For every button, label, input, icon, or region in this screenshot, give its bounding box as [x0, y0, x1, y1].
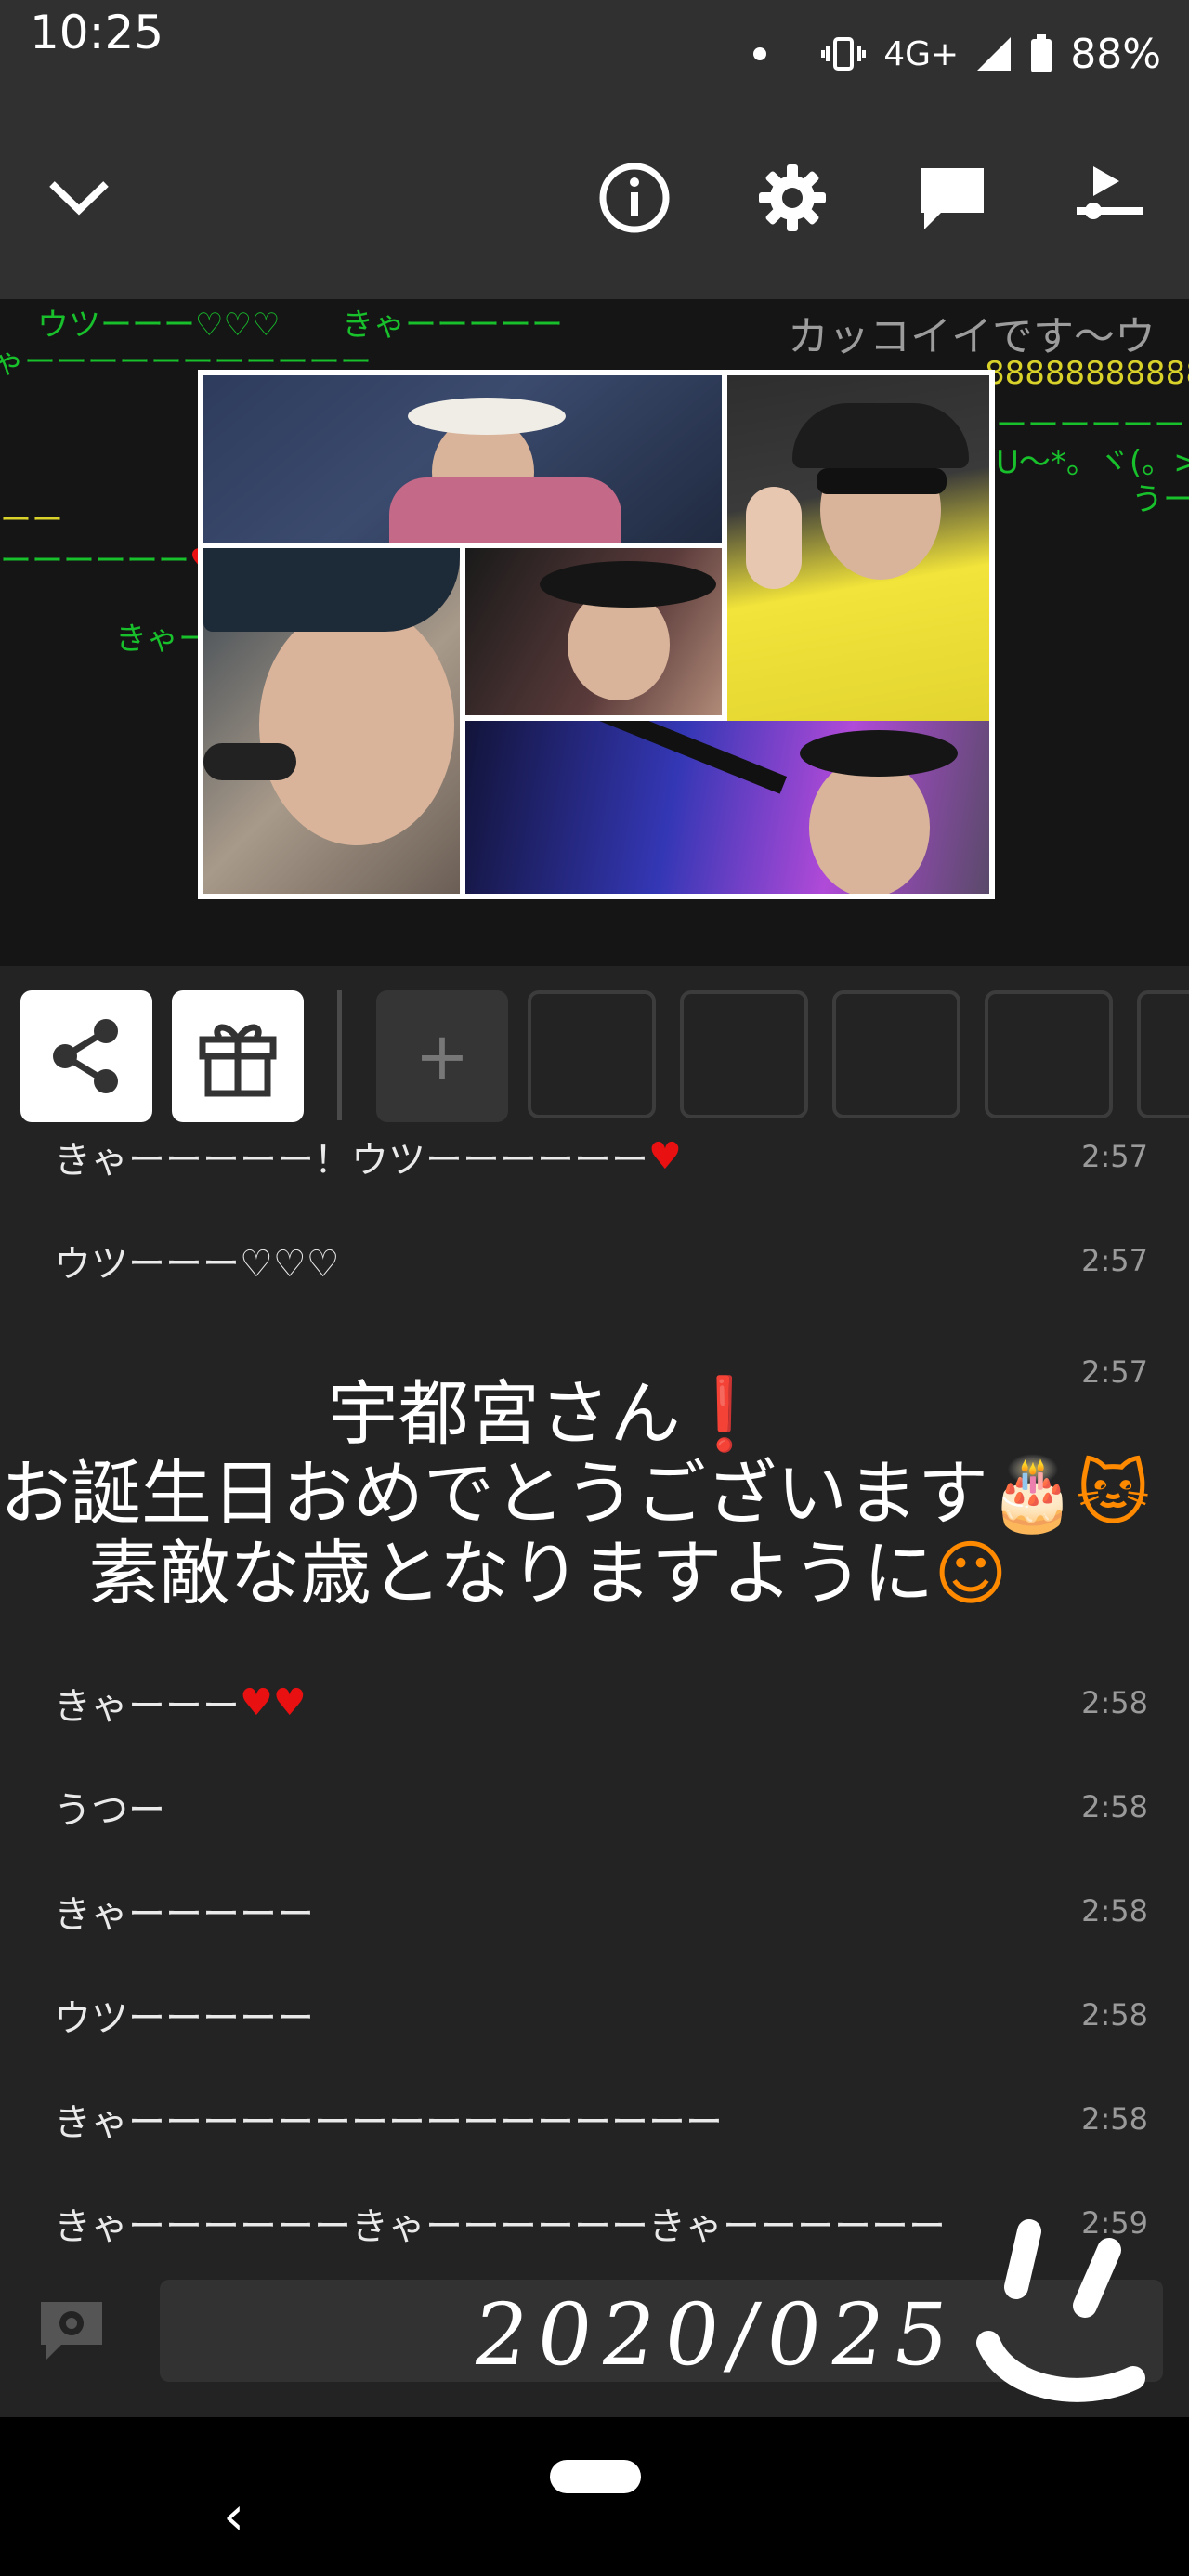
info-icon [599, 163, 670, 233]
collapse-button[interactable] [37, 156, 121, 240]
share-button[interactable] [20, 990, 152, 1122]
playlist-button[interactable] [1068, 156, 1152, 240]
comment-settings-button[interactable] [37, 2298, 106, 2363]
vibrate-icon [821, 37, 867, 71]
comment-row: ウツーーー♡♡♡ 2:57 [0, 1210, 1189, 1312]
empty-slot[interactable] [832, 990, 960, 1118]
comment-time: 2:58 [1081, 1893, 1148, 1929]
gift-icon [199, 1024, 277, 1097]
comment-time: 2:58 [1081, 2101, 1148, 2137]
info-button[interactable] [593, 156, 676, 240]
comment-row: ウツーーーーー 2:58 [0, 1964, 1189, 2066]
comment-time: 2:58 [1081, 1997, 1148, 2033]
comment-time: 2:57 [1081, 1139, 1148, 1174]
danmaku-comment: カッコイイです～ウ [788, 313, 1156, 360]
gift-button[interactable] [172, 990, 304, 1122]
comment-row: きゃーーー ♥♥ 2:58 [0, 1652, 1189, 1754]
photo-panel [727, 375, 989, 721]
empty-slot[interactable] [1137, 990, 1189, 1118]
danmaku-comment: 88888888888888 [985, 355, 1189, 392]
battery-icon [1031, 34, 1052, 72]
add-slot-button[interactable]: + [376, 990, 508, 1122]
comment-text: きゃーーーーー [54, 1893, 314, 1936]
danmaku-comment: きゃー [115, 621, 210, 658]
comment-row: きゃーーーーー 2:58 [0, 1860, 1189, 1962]
notification-dot-icon [753, 47, 767, 60]
danmaku-comment: うー [1131, 481, 1189, 518]
comment-time: 2:58 [1081, 1789, 1148, 1824]
photo-panel [203, 548, 460, 894]
comment-row: きゃーーーーー！ウツーーーーーー ♥ 2:57 [0, 1128, 1189, 1208]
comment-text: ウツーーー♡♡♡ [54, 1243, 340, 1286]
photo-panel [465, 548, 722, 715]
signal-icon [977, 37, 1012, 71]
comment-text: きゃーーーーーーーーーーーーーーーー [54, 2101, 723, 2144]
empty-slot[interactable] [680, 990, 808, 1118]
comment-row: きゃーーーーーーーーーーーーーーーー 2:58 [0, 2068, 1189, 2170]
battery-level: 88% [1070, 30, 1161, 78]
comment-row: うつー 2:58 [0, 1756, 1189, 1858]
comment-time: 2:58 [1081, 1685, 1148, 1720]
status-bar: 10:25 4G+ 88% [0, 0, 1189, 102]
gear-icon [759, 164, 826, 231]
status-time: 10:25 [30, 6, 164, 59]
comment-text: ウツーーーーー [54, 1997, 314, 2040]
smiley-drawing-icon [976, 2219, 1145, 2402]
comment-row-large: 2:57 宇都宮さん❗ お誕生日おめでとうございます🎂🐱 素敵な歳となりますよう… [0, 1338, 1189, 1644]
comment-text: きゃーーーーー！ウツーーーーーー ♥ [54, 1135, 682, 1182]
system-nav-bar: ‹ [0, 2417, 1189, 2576]
video-frame-collage [198, 370, 995, 899]
home-pill[interactable] [550, 2460, 641, 2493]
danmaku-comment: ーー [0, 502, 63, 539]
large-comment-line: 素敵な歳となりますように☺ [88, 1532, 1008, 1615]
comment-list[interactable]: きゃーーーーー！ウツーーーーーー ♥ 2:57 ウツーーー♡♡♡ 2:57 2:5… [0, 1128, 1189, 2280]
video-player[interactable]: ウツーーー♡♡♡ きゃーーーーー ゃーーーーーーーーーーー カッコイイです～ウ … [0, 299, 1189, 966]
playlist-icon [1077, 166, 1143, 219]
comment-time: 2:57 [1081, 1243, 1148, 1278]
empty-slot[interactable] [528, 990, 656, 1118]
photo-panel [203, 375, 722, 543]
photo-panel [465, 721, 989, 894]
comments-toggle-button[interactable] [910, 156, 994, 240]
comment-text: きゃーーー ♥♥ [54, 1681, 307, 1728]
chevron-down-icon [49, 181, 109, 216]
comment-settings-icon [41, 2302, 102, 2360]
divider [337, 990, 342, 1120]
comment-icon [921, 168, 984, 229]
danmaku-comment: きゃーーーーー [342, 307, 563, 344]
comment-text: うつー [54, 1789, 165, 1832]
danmaku-comment: ーーーーーー♥ [0, 543, 217, 580]
handwritten-note: 2020/025 [466, 2285, 965, 2385]
empty-slot[interactable] [985, 990, 1113, 1118]
settings-button[interactable] [751, 156, 834, 240]
share-icon [53, 1019, 118, 1093]
back-icon[interactable]: ‹ [223, 2484, 244, 2547]
network-type: 4G+ [883, 34, 960, 73]
action-bar: + [0, 966, 1189, 1133]
status-icons: 4G+ 88% [753, 26, 1161, 82]
